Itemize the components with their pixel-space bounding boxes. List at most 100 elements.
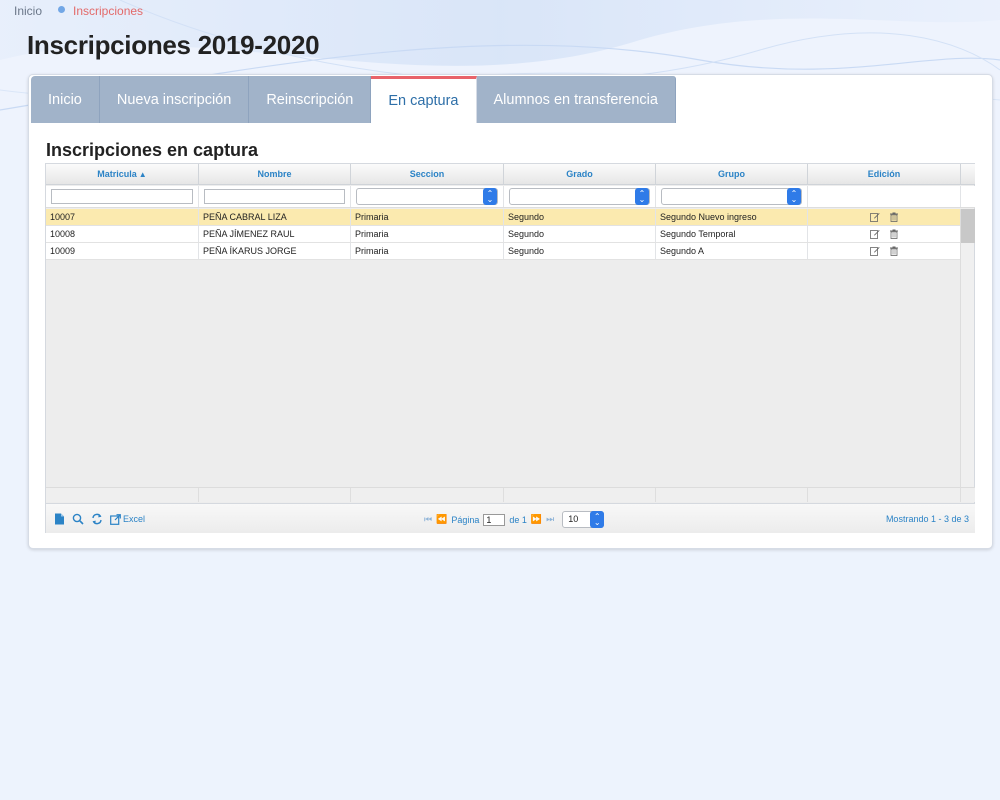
header-scroll-spacer bbox=[961, 164, 975, 184]
grid-pager: Excel ⏮ ⏪ Página 1 de 1 ⏩ ⏭ 10 ⌃ ⌄ Mostra… bbox=[46, 503, 975, 533]
footer-cell bbox=[199, 488, 351, 502]
tab-bar: Inicio Nueva inscripción Reinscripción E… bbox=[31, 76, 676, 123]
cell-matricula: 10007 bbox=[46, 209, 199, 225]
page-size-select[interactable]: 10 ⌃ ⌄ bbox=[562, 511, 605, 528]
grid-scrollbar[interactable] bbox=[960, 209, 975, 501]
data-grid: Matricula ▲ Nombre Seccion Grado Grupo E… bbox=[45, 163, 975, 533]
filter-seccion-select[interactable]: ⌃ ⌄ bbox=[356, 188, 498, 205]
column-header-label: Edición bbox=[867, 169, 901, 179]
page-title: Inscripciones 2019-2020 bbox=[27, 30, 320, 60]
column-header-grupo[interactable]: Grupo bbox=[656, 164, 808, 184]
cell-nombre: PEÑA CABRAL LIZA bbox=[199, 209, 351, 225]
column-header-grado[interactable]: Grado bbox=[504, 164, 656, 184]
cell-nombre: PEÑA JÍMENEZ RAUL bbox=[199, 226, 351, 242]
footer-cell bbox=[46, 488, 199, 502]
last-page-icon[interactable]: ⏭ bbox=[546, 514, 554, 525]
tab-inicio[interactable]: Inicio bbox=[31, 76, 100, 123]
tab-nueva-inscripcion[interactable]: Nueva inscripción bbox=[99, 76, 250, 123]
column-header-nombre[interactable]: Nombre bbox=[199, 164, 351, 184]
breadcrumb-home-link[interactable]: Inicio bbox=[14, 4, 42, 18]
cell-matricula: 10009 bbox=[46, 243, 199, 259]
footer-cell bbox=[656, 488, 808, 502]
page-total-label: de 1 bbox=[509, 514, 527, 525]
table-row[interactable]: 10009 PEÑA ÍKARUS JORGE Primaria Segundo… bbox=[46, 243, 961, 260]
export-excel-label: Excel bbox=[123, 514, 146, 524]
trash-icon[interactable] bbox=[889, 246, 899, 256]
filter-cell: ⌃ ⌄ bbox=[351, 186, 504, 207]
previous-page-icon[interactable]: ⏪ bbox=[436, 514, 447, 525]
next-page-icon[interactable]: ⏩ bbox=[531, 514, 542, 525]
scrollbar-thumb[interactable] bbox=[961, 209, 975, 243]
page-size-value: 10 bbox=[568, 514, 579, 524]
table-row[interactable]: 10007 PEÑA CABRAL LIZA Primaria Segundo … bbox=[46, 209, 961, 226]
edit-icon[interactable] bbox=[869, 212, 880, 222]
cell-seccion: Primaria bbox=[351, 243, 504, 259]
page-number-input[interactable]: 1 bbox=[483, 513, 506, 526]
grid-rows: 10007 PEÑA CABRAL LIZA Primaria Segundo … bbox=[46, 209, 961, 260]
footer-cell bbox=[808, 488, 961, 502]
column-header-label: Grupo bbox=[718, 169, 745, 179]
cell-seccion: Primaria bbox=[351, 226, 504, 242]
column-header-edicion[interactable]: Edición bbox=[808, 164, 961, 184]
filter-cell bbox=[199, 186, 351, 207]
cell-grado: Segundo bbox=[504, 209, 656, 225]
cell-edicion bbox=[808, 226, 961, 242]
tab-reinscripcion[interactable]: Reinscripción bbox=[249, 76, 372, 123]
filter-grado-select[interactable]: ⌃ ⌄ bbox=[509, 188, 650, 205]
export-excel-button[interactable]: Excel bbox=[110, 513, 146, 525]
column-header-seccion[interactable]: Seccion bbox=[351, 164, 504, 184]
filter-nombre-input[interactable] bbox=[204, 189, 345, 204]
filter-matricula-input[interactable] bbox=[51, 189, 193, 204]
tab-alumnos-en-transferencia[interactable]: Alumnos en transferencia bbox=[476, 76, 676, 123]
cell-edicion bbox=[808, 209, 961, 225]
select-chevron-icon: ⌃ ⌄ bbox=[590, 511, 605, 528]
breadcrumb-current: Inscripciones bbox=[73, 4, 144, 18]
tab-en-captura[interactable]: En captura bbox=[371, 76, 477, 123]
cell-grupo: Segundo Nuevo ingreso bbox=[656, 209, 808, 225]
filter-grupo-select[interactable]: ⌃ ⌄ bbox=[661, 188, 802, 205]
edit-icon[interactable] bbox=[869, 229, 880, 239]
page-label: Página bbox=[451, 514, 480, 525]
column-header-label: Seccion bbox=[409, 169, 445, 179]
pager-navigation: ⏮ ⏪ Página 1 de 1 ⏩ ⏭ 10 ⌃ ⌄ bbox=[424, 511, 605, 528]
trash-icon[interactable] bbox=[889, 229, 899, 239]
breadcrumb: Inicio Inscripciones bbox=[14, 4, 143, 18]
footer-cell bbox=[351, 488, 504, 502]
cell-seccion: Primaria bbox=[351, 209, 504, 225]
external-link-icon bbox=[110, 513, 121, 525]
column-header-label: Matricula bbox=[97, 169, 137, 179]
cell-grupo: Segundo Temporal bbox=[656, 226, 808, 242]
select-chevron-icon: ⌃ ⌄ bbox=[635, 188, 649, 205]
sort-ascending-icon: ▲ bbox=[138, 169, 147, 179]
edit-icon[interactable] bbox=[869, 246, 880, 256]
column-header-matricula[interactable]: Matricula ▲ bbox=[46, 164, 199, 184]
column-header-label: Nombre bbox=[257, 169, 292, 179]
table-row[interactable]: 10008 PEÑA JÍMENEZ RAUL Primaria Segundo… bbox=[46, 226, 961, 243]
section-title: Inscripciones en captura bbox=[46, 140, 259, 160]
grid-footer-row bbox=[46, 487, 975, 502]
footer-cell bbox=[504, 488, 656, 502]
pager-toolbar: Excel bbox=[54, 513, 145, 525]
records-summary: Mostrando 1 - 3 de 3 bbox=[885, 514, 969, 524]
breadcrumb-separator-dot bbox=[58, 5, 66, 13]
filter-cell-empty bbox=[808, 186, 961, 207]
new-document-icon[interactable] bbox=[54, 513, 65, 525]
filter-cell: ⌃ ⌄ bbox=[504, 186, 656, 207]
cell-edicion bbox=[808, 243, 961, 259]
column-header-label: Grado bbox=[566, 169, 593, 179]
filter-row: ⌃ ⌄ ⌃ ⌄ ⌃ ⌄ bbox=[46, 186, 975, 208]
refresh-icon[interactable] bbox=[91, 513, 103, 525]
cell-grupo: Segundo A bbox=[656, 243, 808, 259]
cell-grado: Segundo bbox=[504, 226, 656, 242]
main-panel: Inicio Nueva inscripción Reinscripción E… bbox=[28, 74, 993, 549]
filter-cell bbox=[46, 186, 199, 207]
cell-grado: Segundo bbox=[504, 243, 656, 259]
search-icon[interactable] bbox=[72, 513, 84, 525]
cell-matricula: 10008 bbox=[46, 226, 199, 242]
grid-header: Matricula ▲ Nombre Seccion Grado Grupo E… bbox=[46, 164, 975, 185]
cell-nombre: PEÑA ÍKARUS JORGE bbox=[199, 243, 351, 259]
first-page-icon[interactable]: ⏮ bbox=[424, 514, 432, 525]
select-chevron-icon: ⌃ ⌄ bbox=[787, 188, 801, 205]
filter-cell: ⌃ ⌄ bbox=[656, 186, 808, 207]
trash-icon[interactable] bbox=[889, 212, 899, 222]
